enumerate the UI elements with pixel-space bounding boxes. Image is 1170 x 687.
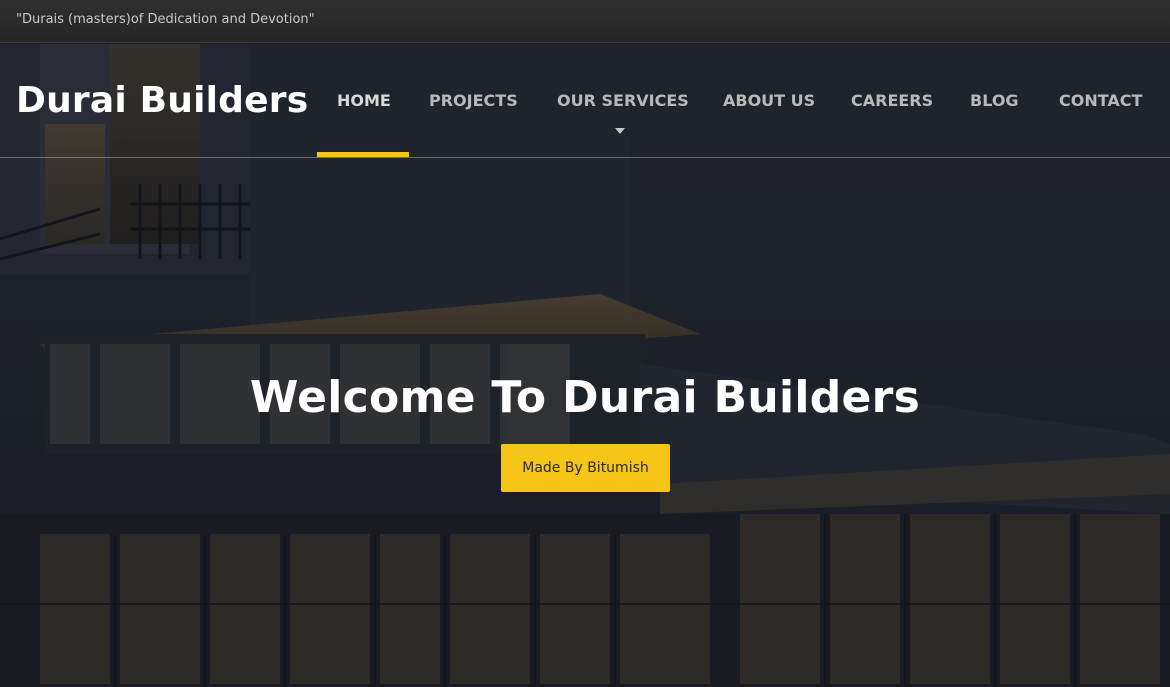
nav-projects[interactable]: PROJECTS	[429, 91, 518, 110]
nav-our-services[interactable]: OUR SERVICES	[557, 91, 689, 110]
brand-logo[interactable]: Durai Builders	[16, 80, 308, 121]
page: "Durais (masters)of Dedication and Devot…	[0, 0, 1170, 687]
tagline: "Durais (masters)of Dedication and Devot…	[16, 12, 315, 27]
site-header: Durai Builders HOME PROJECTS OUR SERVICE…	[0, 44, 1170, 158]
nav-home[interactable]: HOME	[337, 91, 391, 110]
caret-down-icon[interactable]	[615, 128, 625, 134]
nav-careers[interactable]: CAREERS	[851, 91, 933, 110]
hero-title: Welcome To Durai Builders	[249, 372, 921, 423]
nav-about-us[interactable]: ABOUT US	[723, 91, 815, 110]
made-by-button[interactable]: Made By Bitumish	[501, 444, 670, 492]
nav-blog[interactable]: BLOG	[970, 91, 1019, 110]
active-nav-indicator	[317, 152, 409, 157]
nav-contact[interactable]: CONTACT	[1059, 91, 1142, 110]
top-bar: "Durais (masters)of Dedication and Devot…	[0, 0, 1170, 43]
